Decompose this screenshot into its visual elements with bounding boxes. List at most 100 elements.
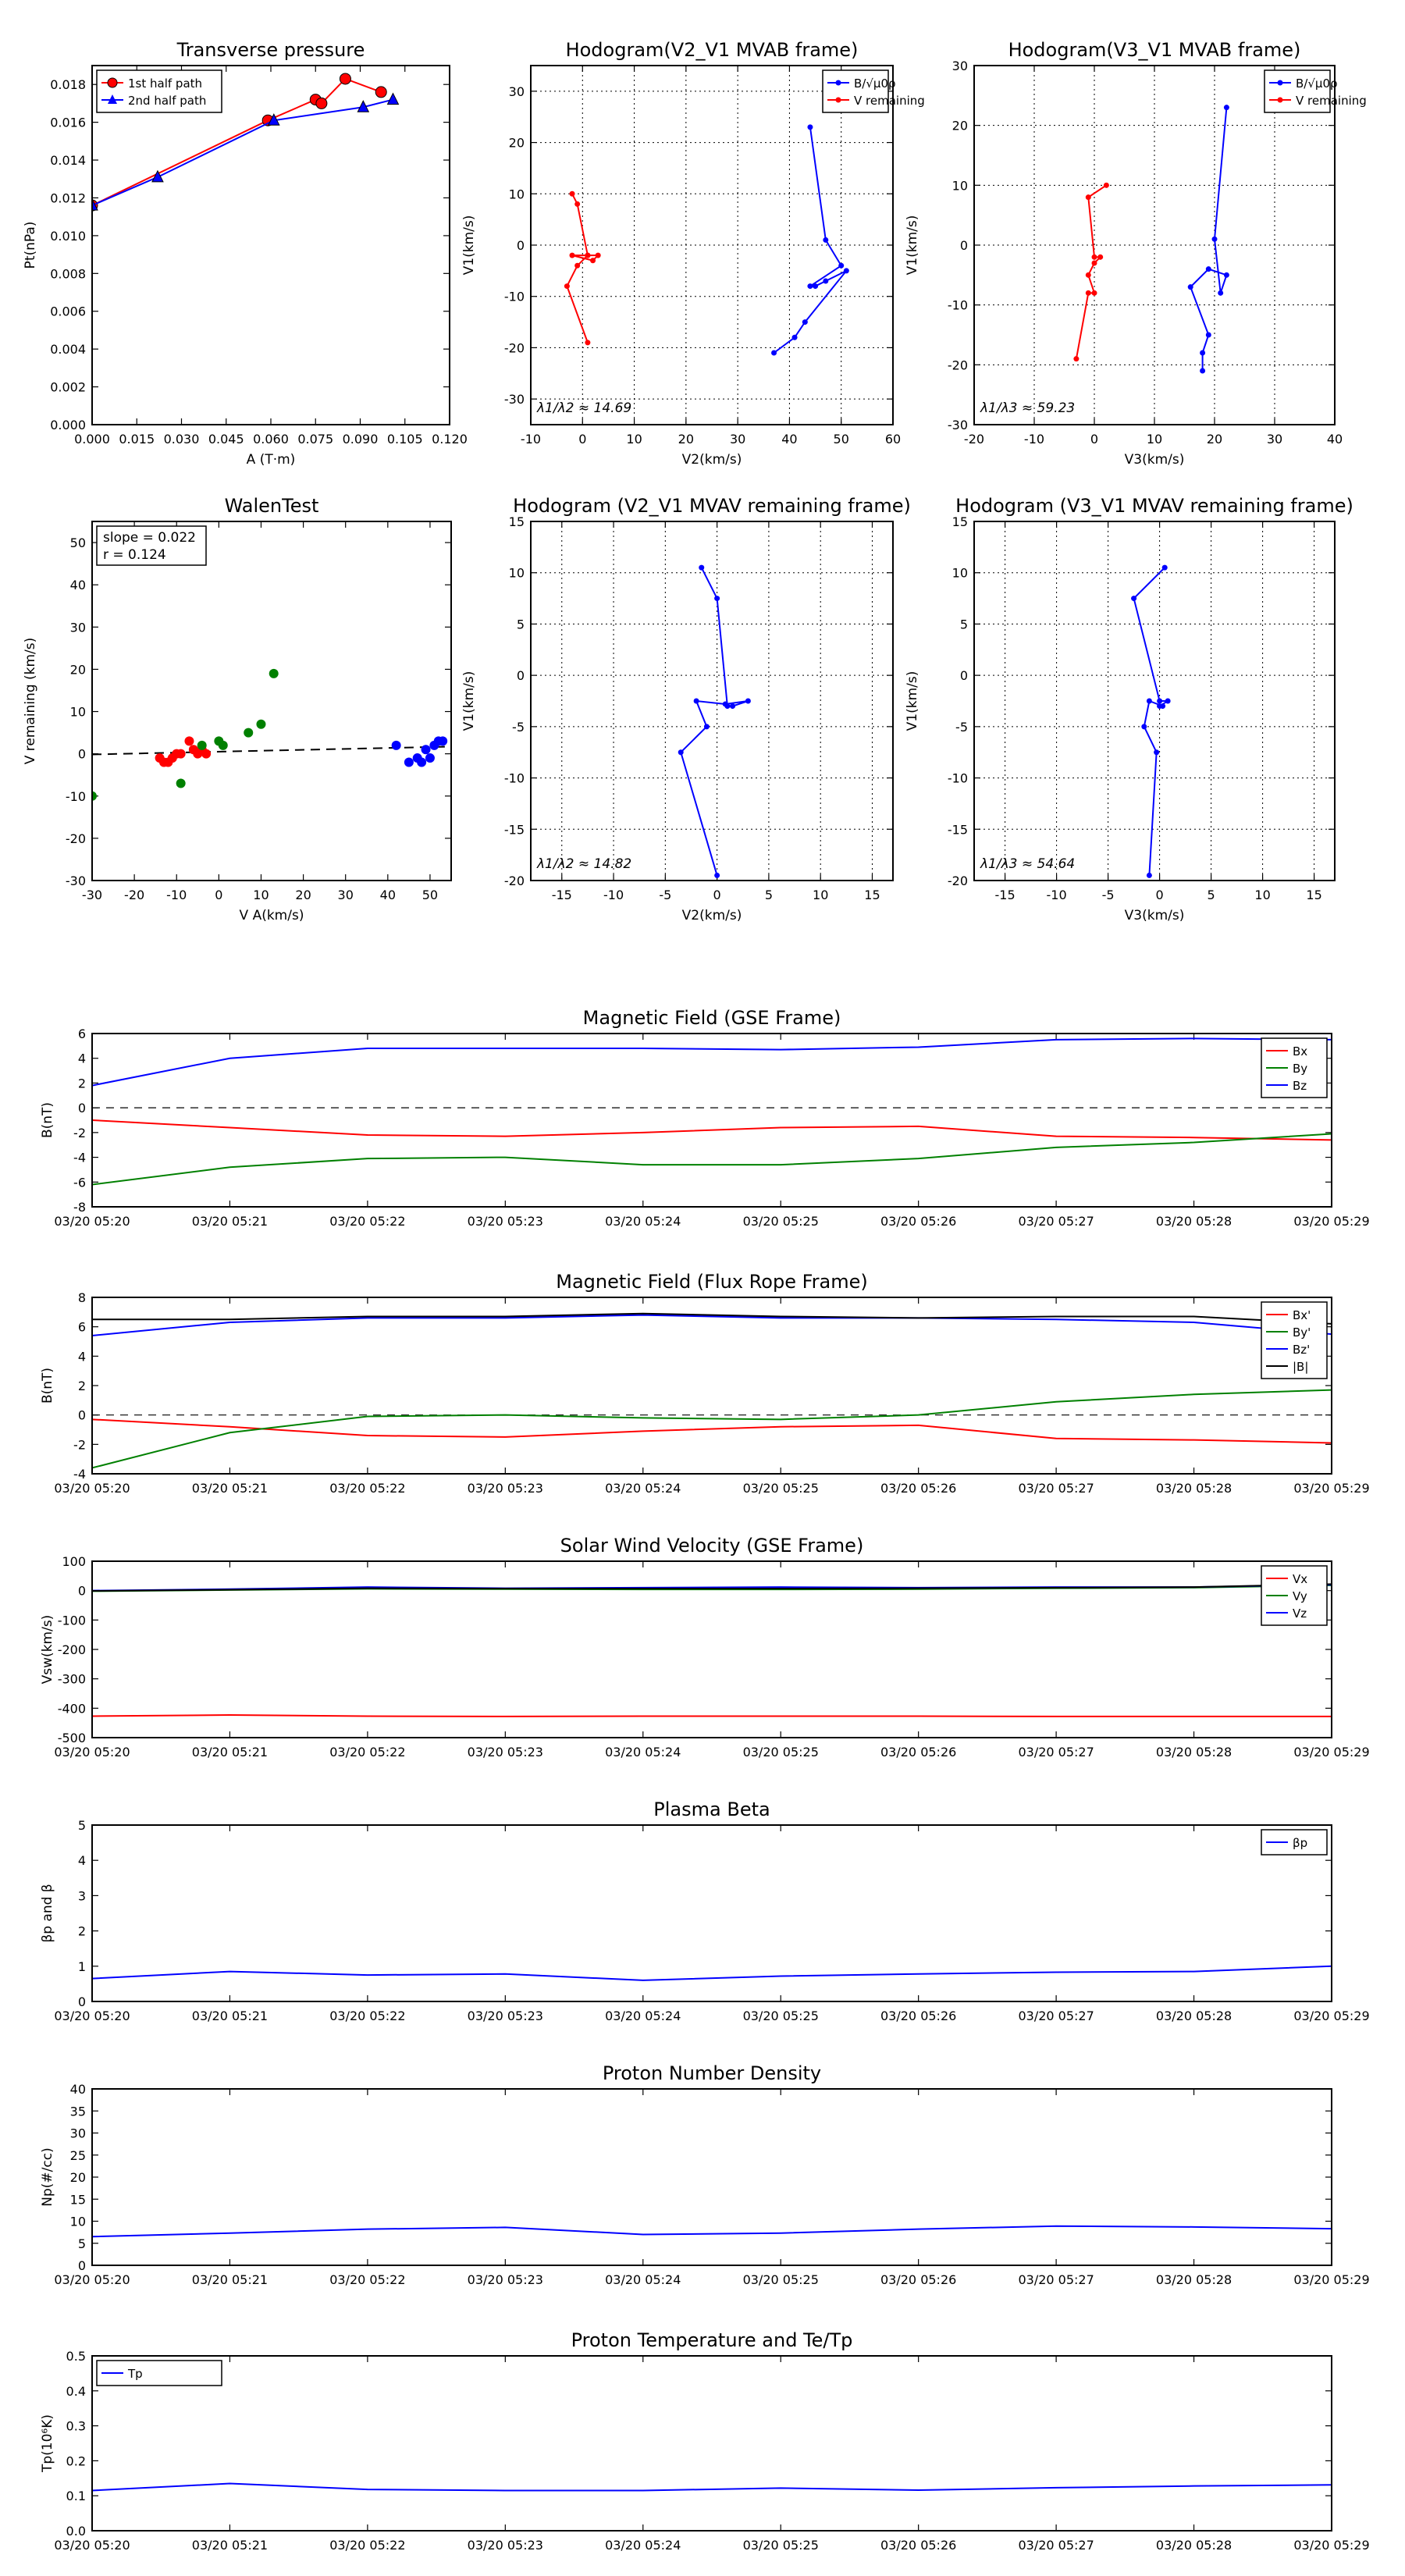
y-tick-label: 0.016 (50, 116, 86, 130)
x-tick-label: 03/20 05:20 (54, 2538, 130, 2553)
x-tick-label: 50 (834, 432, 849, 447)
legend-label: By' (1293, 1325, 1311, 1340)
x-axis-label: A (T·m) (247, 452, 296, 468)
x-tick-label: -5 (659, 888, 671, 902)
chart-title: Magnetic Field (GSE Frame) (583, 1007, 841, 1029)
x-tick-label: 03/20 05:20 (54, 1481, 130, 1496)
y-axis-label: Pt(nPa) (23, 222, 38, 269)
y-tick-label: 0.2 (66, 2453, 86, 2468)
series-line (92, 1418, 1332, 1444)
y-tick-label: -10 (948, 771, 968, 786)
chart-title: Hodogram(V2_V1 MVAB frame) (566, 39, 859, 61)
data-point (269, 668, 279, 678)
data-point (771, 350, 777, 356)
x-tick-label: 03/20 05:20 (54, 1745, 130, 1759)
x-axis-label: V A(km/s) (240, 908, 304, 923)
x-axis-label: V2(km/s) (682, 908, 742, 923)
y-tick-label: 3 (78, 1888, 86, 1903)
x-tick-label: 03/20 05:22 (329, 1214, 405, 1229)
x-tick-label: 03/20 05:23 (468, 1745, 543, 1759)
x-tick-label: 20 (678, 432, 694, 447)
y-tick-label: -4 (73, 1151, 86, 1165)
y-tick-label: -30 (948, 418, 968, 432)
chart-bfr: Magnetic Field (Flux Rope Frame) 03/20 05… (40, 1271, 1370, 1496)
data-point (1205, 266, 1211, 272)
legend-marker (107, 77, 118, 88)
y-axis-label: βp and β (40, 1884, 55, 1942)
y-axis-label: V1(km/s) (905, 215, 920, 276)
x-tick-label: 03/20 05:27 (1018, 1214, 1094, 1229)
series-line (92, 1312, 1332, 1325)
plot-frame (91, 2355, 1332, 2532)
y-tick-label: 0 (960, 238, 968, 253)
legend-label: Bz' (1293, 1343, 1310, 1357)
chart-tp: Transverse pressure 0.000 0.015 0.030 0.045 0… (23, 39, 468, 468)
y-tick-label: -400 (58, 1701, 86, 1716)
legend-label: B/√μ0ρ (1296, 76, 1338, 91)
data-point (1187, 284, 1193, 290)
data-point (1091, 260, 1097, 266)
series-1 (92, 668, 279, 801)
y-tick-label: 0.004 (50, 342, 86, 357)
y-tick-label: 4 (78, 1853, 86, 1868)
x-tick-label: 03/20 05:28 (1156, 1745, 1232, 1759)
data-point (714, 596, 720, 602)
x-tick-label: -10 (603, 888, 624, 902)
series-line (1075, 184, 1107, 359)
legend-label: Bx' (1293, 1308, 1311, 1322)
x-tick-label: 0.060 (253, 432, 289, 447)
x-tick-label: 03/20 05:22 (329, 2008, 405, 2023)
data-point (1085, 272, 1091, 278)
x-tick-label: 03/20 05:26 (880, 2272, 956, 2287)
x-tick-label: 0.105 (387, 432, 423, 447)
y-axis-label: V1(km/s) (461, 671, 477, 731)
x-tick-label: 60 (885, 432, 901, 447)
plot-frame (91, 521, 452, 881)
series-2 (391, 736, 448, 767)
x-tick-label: 03/20 05:25 (743, 2008, 819, 2023)
y-tick-label: 20 (70, 2170, 86, 2185)
series-0 (678, 564, 751, 878)
x-tick-label: 40 (1327, 432, 1343, 447)
y-tick-label: 2 (78, 1076, 86, 1091)
x-tick-label: 20 (1207, 432, 1222, 447)
data-point (678, 749, 684, 756)
data-point (1211, 236, 1218, 242)
y-tick-label: -2 (73, 1437, 86, 1452)
data-point (843, 268, 849, 274)
x-tick-label: 03/20 05:28 (1156, 1214, 1232, 1229)
x-tick-label: 0 (215, 888, 222, 902)
data-point (1223, 105, 1229, 111)
chart-title: Hodogram (V2_V1 MVAV remaining frame) (513, 495, 911, 517)
data-point (176, 749, 186, 759)
legend-label: Vx (1293, 1572, 1307, 1586)
x-tick-label: 03/20 05:24 (605, 2272, 681, 2287)
x-tick-label: 03/20 05:25 (743, 1214, 819, 1229)
data-point (391, 740, 401, 750)
x-tick-label: 10 (626, 432, 642, 447)
y-tick-label: 15 (509, 514, 525, 529)
chart-title: Plasma Beta (653, 1799, 770, 1820)
chart-title: WalenTest (225, 495, 319, 517)
chart-title: Solar Wind Velocity (GSE Frame) (560, 1535, 864, 1557)
data-point (417, 757, 427, 767)
x-tick-label: 0.090 (343, 432, 379, 447)
x-tick-label: 03/20 05:29 (1293, 2008, 1369, 2023)
data-point (823, 278, 829, 284)
y-axis-label: V1(km/s) (905, 671, 920, 731)
y-tick-label: -20 (504, 873, 525, 888)
data-point (585, 252, 591, 258)
x-tick-label: 03/20 05:24 (605, 1214, 681, 1229)
data-point (1165, 698, 1171, 704)
x-tick-label: 0.120 (432, 432, 468, 447)
y-tick-label: -5 (512, 720, 525, 735)
legend-label: V remaining (854, 94, 925, 108)
x-tick-label: -30 (82, 888, 102, 902)
data-point (1131, 596, 1137, 602)
data-point (438, 736, 448, 746)
data-point (745, 698, 751, 704)
x-tick-label: 0.015 (119, 432, 155, 447)
y-tick-label: 30 (70, 2126, 86, 2141)
data-point (197, 740, 207, 750)
x-tick-label: 03/20 05:20 (54, 2008, 130, 2023)
